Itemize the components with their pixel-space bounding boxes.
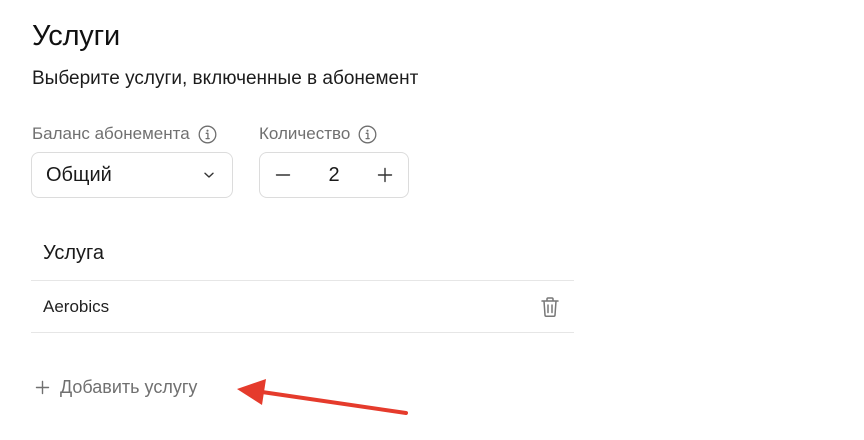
annotation-arrow [237, 379, 408, 415]
